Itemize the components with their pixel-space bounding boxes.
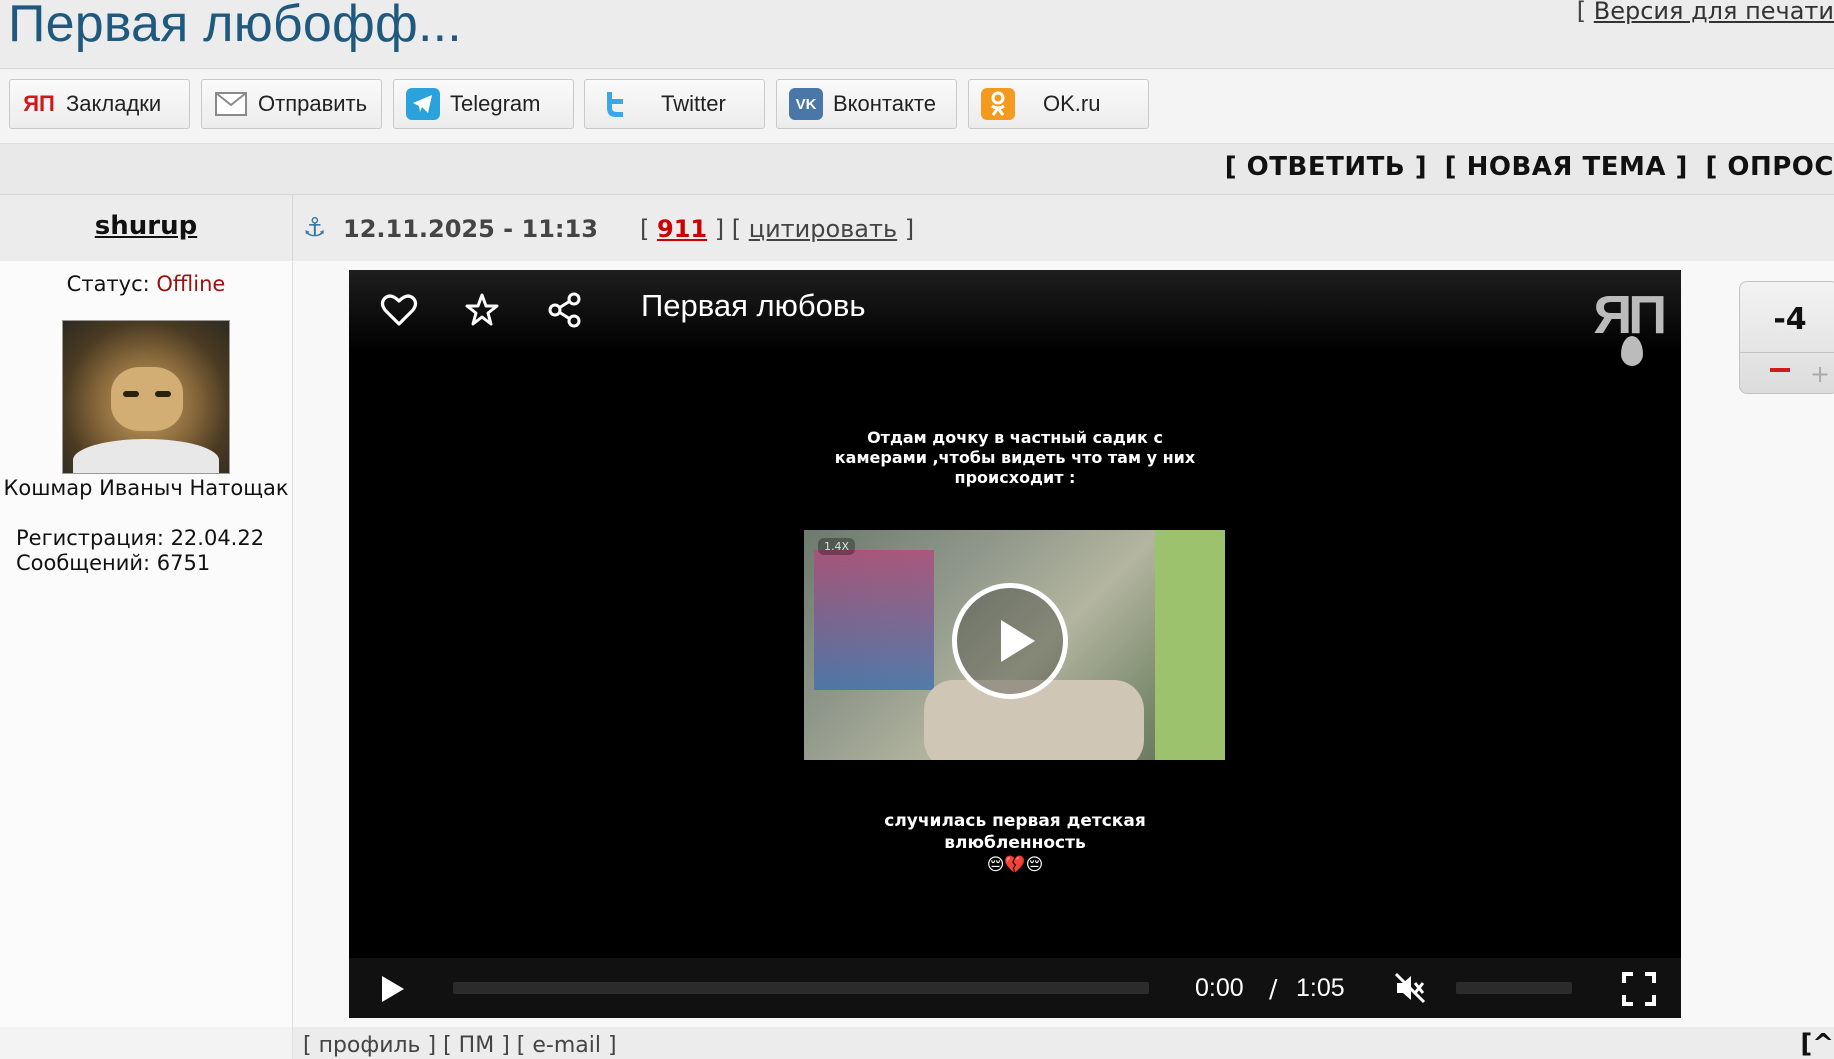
telegram-label: Telegram (450, 91, 541, 116)
yap-icon: ЯП (23, 91, 55, 116)
frame-shelves (814, 550, 934, 690)
author-username[interactable]: shurup (0, 211, 292, 241)
video-controls: 0:00 / 1:05 (349, 958, 1681, 1018)
yap-logo: ЯП (1593, 284, 1667, 366)
bracket-mid: ] [ (707, 215, 749, 243)
share-bar: ЯП Закладки Отправить Telegram Twitter V… (0, 69, 1834, 144)
status-label: Статус: (66, 272, 150, 296)
new-topic-button[interactable]: [ НОВАЯ ТЕМА ] (1445, 152, 1688, 182)
rating-minus-button[interactable] (1770, 368, 1790, 372)
volume-slider[interactable] (1456, 982, 1572, 994)
poll-button[interactable]: [ ОПРОС (1705, 152, 1834, 182)
twitter-button[interactable]: Twitter (584, 79, 765, 129)
rating-plus-button[interactable]: + (1810, 360, 1830, 388)
avatar-eye-right (155, 391, 171, 397)
post-rating: -4 + (1739, 281, 1834, 394)
mute-icon[interactable] (1393, 971, 1427, 1005)
anchor-icon[interactable]: ⚓ (303, 213, 326, 243)
page-title: Первая любофф... (8, 0, 462, 53)
registration-date: Регистрация: 22.04.22 (16, 526, 265, 550)
author-panel: Статус: Offline Кошмар Иваныч Натощак Ре… (0, 262, 293, 1027)
progress-bar[interactable] (453, 982, 1149, 994)
reply-button[interactable]: [ ОТВЕТИТЬ ] (1225, 152, 1427, 182)
vk-icon: VK (789, 88, 823, 120)
print-version-link[interactable]: Версия для печати (1594, 0, 1834, 25)
video-caption-top: Отдам дочку в частный садик с камерами ,… (834, 428, 1196, 487)
pm-link[interactable]: [ ПМ ] (443, 1033, 510, 1058)
status-value: Offline (156, 272, 226, 296)
author-header: shurup (0, 195, 293, 261)
post-footer: [ профиль ] [ ПМ ] [ e-mail ] [^ (293, 1027, 1834, 1059)
ok-icon (981, 88, 1015, 120)
profile-link[interactable]: [ профиль ] (303, 1033, 436, 1058)
footer-left (0, 1027, 293, 1059)
telegram-icon (406, 88, 440, 120)
okru-button[interactable]: OK.ru (968, 79, 1149, 129)
fullscreen-icon[interactable] (1621, 971, 1657, 1007)
quote-link[interactable]: цитировать (749, 215, 897, 243)
time-duration: 1:05 (1296, 974, 1345, 1002)
rating-value: -4 (1773, 302, 1807, 337)
caption-emoji: 😔💔😔 (986, 855, 1044, 875)
share-icon[interactable] (545, 290, 585, 330)
star-icon[interactable] (462, 290, 502, 330)
twitter-label: Twitter (661, 91, 726, 116)
speed-badge: 1.4X (818, 538, 856, 555)
vkontakte-label: Вконтакте (833, 91, 936, 116)
avatar-eye-left (123, 391, 139, 397)
scroll-top-link[interactable]: [^ (1800, 1029, 1834, 1059)
post-header: ⚓ 12.11.2025 - 11:13 [ 911 ] [ цитироват… (293, 195, 1834, 261)
message-count: Сообщений: 6751 (16, 551, 211, 575)
caption-bottom-text: случилась первая детская влюбленность (884, 811, 1146, 853)
telegram-button[interactable]: Telegram (393, 79, 574, 129)
video-top-bar: Первая любовь ЯП (349, 270, 1681, 366)
video-title: Первая любовь (641, 288, 866, 323)
print-bracket: [ (1576, 0, 1594, 25)
mail-icon (214, 88, 248, 120)
vkontakte-button[interactable]: VK Вконтакте (776, 79, 957, 129)
okru-label: OK.ru (1043, 91, 1101, 116)
bracket-close: ] (897, 215, 915, 243)
time-current: 0:00 (1195, 974, 1244, 1002)
video-caption-bottom: случилась первая детская влюбленность 😔💔… (815, 810, 1215, 876)
heart-icon[interactable] (379, 290, 419, 330)
send-label: Отправить (258, 91, 368, 116)
send-button[interactable]: Отправить (201, 79, 382, 129)
time-separator: / (1269, 974, 1278, 1003)
avatar-towel (73, 439, 219, 473)
bookmarks-button[interactable]: ЯП Закладки (9, 79, 190, 129)
action-bar: [ ОТВЕТИТЬ ] [ НОВАЯ ТЕМА ] [ ОПРОС (0, 144, 1834, 195)
avatar-face (111, 367, 183, 431)
bookmarks-label: Закладки (66, 91, 162, 116)
bracket-open: [ (640, 215, 657, 243)
footer-links: [ профиль ] [ ПМ ] [ e-mail ] (303, 1033, 617, 1058)
big-play-button[interactable] (952, 583, 1068, 699)
rating-divider (1740, 352, 1834, 353)
play-button[interactable] (382, 976, 404, 1002)
twitter-icon (597, 88, 631, 120)
topic-actions: [ ОТВЕТИТЬ ] [ НОВАЯ ТЕМА ] [ ОПРОС (1217, 152, 1834, 182)
user-info: Регистрация: 22.04.22 Сообщений: 6751 (16, 526, 264, 576)
email-link[interactable]: [ e-mail ] (517, 1033, 617, 1058)
video-player[interactable]: Первая любовь ЯП Отдам дочку в частный с… (349, 270, 1681, 1018)
post-date: 12.11.2025 - 11:13 (343, 215, 598, 243)
print-version[interactable]: [ Версия для печати (1577, 0, 1834, 25)
frame-wall (1155, 530, 1225, 760)
user-status: Статус: Offline (0, 272, 292, 296)
post-number-link[interactable]: 911 (657, 215, 707, 243)
user-nickname: Кошмар Иваныч Натощак (3, 476, 289, 500)
title-bar: Первая любофф... [ Версия для печати (0, 0, 1834, 69)
avatar (62, 320, 230, 474)
post-meta: [ 911 ] [ цитировать ] (640, 215, 914, 243)
